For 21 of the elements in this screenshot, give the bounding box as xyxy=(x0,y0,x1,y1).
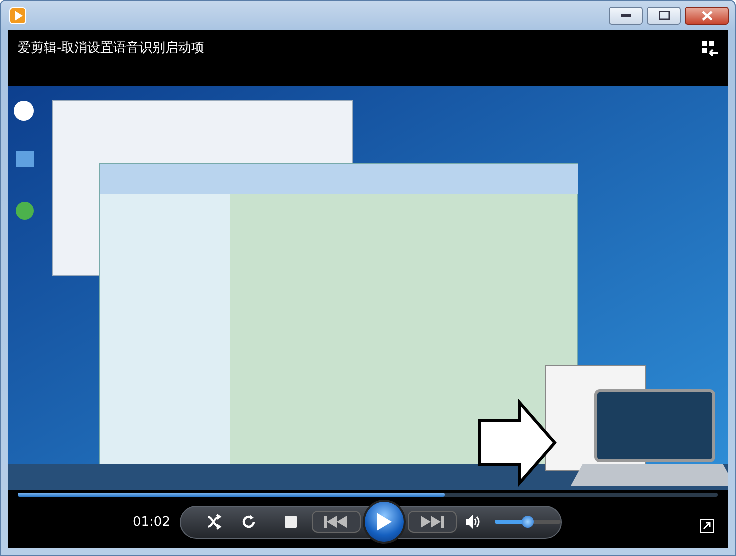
volume-button[interactable] xyxy=(464,515,481,529)
next-icon xyxy=(419,516,446,528)
minimize-button[interactable] xyxy=(609,6,643,24)
progress-track[interactable] xyxy=(18,493,718,497)
minimize-icon xyxy=(621,14,631,18)
stop-button[interactable] xyxy=(284,516,298,528)
maximize-icon xyxy=(658,11,670,20)
close-icon xyxy=(702,10,712,20)
exit-fullscreen-icon[interactable] xyxy=(702,41,718,57)
volume-thumb[interactable] xyxy=(522,516,534,528)
close-button[interactable] xyxy=(685,6,729,24)
previous-icon xyxy=(323,516,350,528)
next-button[interactable] xyxy=(408,511,457,533)
expand-icon[interactable] xyxy=(700,519,714,533)
play-button[interactable] xyxy=(362,500,406,544)
play-icon xyxy=(375,512,394,532)
video-title: 爱剪辑-取消设置语音识别启动项 xyxy=(18,41,206,57)
app-icon xyxy=(9,6,27,24)
elapsed-time: 01:02 xyxy=(133,514,172,530)
maximize-button[interactable] xyxy=(647,6,681,24)
previous-button[interactable] xyxy=(312,511,361,533)
